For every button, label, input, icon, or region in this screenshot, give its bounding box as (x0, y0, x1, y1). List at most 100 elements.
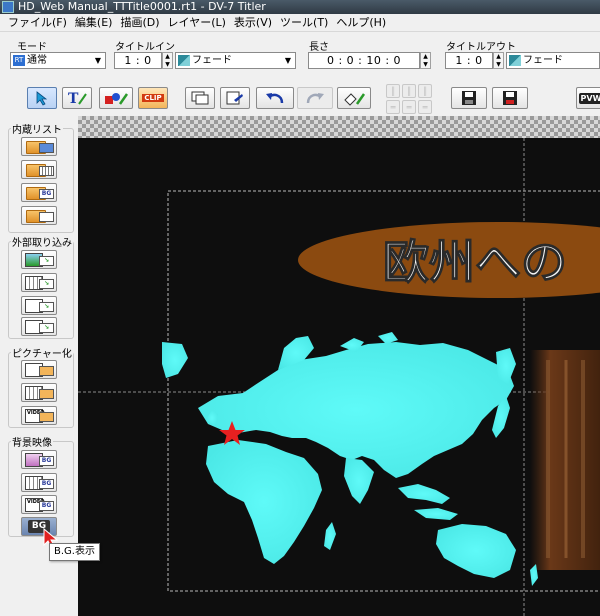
svg-text:T: T (68, 91, 79, 106)
picturize-label: ピクチャー化 (11, 345, 73, 360)
clipboard-icon (39, 412, 54, 422)
fade-icon (178, 54, 190, 66)
external-import-label: 外部取り込み (11, 234, 73, 249)
save-button[interactable] (451, 87, 487, 109)
window-title-bar: HD_Web Manual_TTTitle0001.rt1 - DV-7 Tit… (0, 0, 600, 14)
preview-button[interactable]: PVW (576, 87, 600, 109)
title-in-label: タイトルイン (115, 42, 175, 53)
toolbar: T CLIP ║ ║ ║ ═ ═ ═ PVW (0, 82, 600, 116)
align-icon: ║ (390, 86, 396, 96)
bg-icon: BG (39, 189, 54, 199)
length-spinner[interactable]: ▲ ▼ (420, 52, 431, 69)
text-tool-button[interactable]: T (62, 87, 92, 109)
import-video-button[interactable]: ↘ (21, 296, 57, 315)
bg-icon: BG (39, 501, 54, 511)
align-icon: ║ (406, 86, 412, 96)
menu-help[interactable]: ヘルプ(H) (332, 15, 390, 31)
clip-button[interactable]: CLIP (138, 87, 168, 109)
shape-tool-button[interactable] (99, 87, 133, 109)
align-top-button[interactable]: ═ (386, 100, 400, 114)
picturize-sequence-button[interactable] (21, 383, 57, 402)
menu-layer[interactable]: レイヤー(L) (164, 15, 230, 31)
copy-page-button[interactable] (185, 87, 215, 109)
align-middle-button[interactable]: ═ (402, 100, 416, 114)
title-out-effect-select[interactable]: フェード (506, 52, 600, 69)
import-frame-button[interactable]: ↘ (21, 317, 57, 336)
mode-value: 通常 (27, 55, 47, 66)
save-as-button[interactable] (492, 87, 528, 109)
align-right-button[interactable]: ║ (418, 84, 432, 98)
left-panel: 内蔵リスト BG 外部取り込み ↘ ↘ ↘ ↘ ピクチャー化 VIDEO 背景映… (0, 116, 78, 616)
bg-icon: BG (39, 456, 54, 466)
title-in-time-input[interactable]: 1 : 0 (114, 52, 162, 69)
import-arrow-icon: ↘ (39, 323, 54, 333)
title-in-spinner[interactable]: ▲ ▼ (162, 52, 173, 69)
builtin-list-label: 内蔵リスト (11, 121, 63, 136)
redo-button[interactable] (297, 87, 333, 109)
align-left-button[interactable]: ║ (386, 84, 400, 98)
app-icon (2, 1, 14, 13)
background-video-label: 背景映像 (11, 434, 53, 449)
menu-draw[interactable]: 描画(D) (116, 15, 163, 31)
preview-stage[interactable]: 欧州への (78, 138, 600, 616)
align-center-button[interactable]: ║ (402, 84, 416, 98)
select-tool-button[interactable] (27, 87, 57, 109)
picturize-layout-button[interactable] (21, 360, 57, 379)
builtin-frame-button[interactable] (21, 206, 57, 225)
pvw-label: PVW (578, 92, 600, 104)
builtin-grid-button[interactable] (21, 160, 57, 179)
world-map (162, 332, 538, 586)
title-out-label: タイトルアウト (446, 42, 516, 53)
bg-icon: BG (39, 479, 54, 489)
bg-sequence-button[interactable]: BG (21, 473, 57, 492)
align-icon: ═ (390, 102, 396, 112)
tooltip: B.G.表示 (49, 543, 100, 561)
title-out-time-input[interactable]: 1 : 0 (445, 52, 493, 69)
menu-edit[interactable]: 編集(E) (71, 15, 117, 31)
title-in-effect: フェード (192, 55, 232, 66)
fade-icon (509, 54, 521, 66)
eraser-button[interactable] (337, 87, 371, 109)
floppy-disk-icon (503, 91, 517, 105)
builtin-image-button[interactable] (21, 137, 57, 156)
menu-file[interactable]: ファイル(F) (4, 15, 71, 31)
picturize-video-button[interactable]: VIDEO (21, 406, 57, 425)
title-out-effect: フェード (523, 55, 563, 66)
canvas-area[interactable]: 欧州への (78, 116, 600, 616)
pages-icon (191, 91, 209, 105)
clipboard-icon (39, 389, 54, 399)
frame-icon (39, 212, 54, 222)
menu-bar: ファイル(F) 編集(E) 描画(D) レイヤー(L) 表示(V) ツール(T)… (0, 14, 600, 32)
menu-tools[interactable]: ツール(T) (276, 15, 332, 31)
length-label: 長さ (309, 42, 329, 53)
length-time-input[interactable]: 0 : 0 : 10 : 0 (308, 52, 420, 69)
transparency-strip (78, 116, 600, 138)
bg-import-button[interactable]: BG (21, 450, 57, 469)
grid-icon (39, 166, 54, 176)
import-image-button[interactable]: ↘ (21, 250, 57, 269)
clip-label: CLIP (142, 94, 164, 102)
mode-select[interactable]: RT 通常 ▼ (10, 52, 106, 69)
clipboard-icon (39, 366, 54, 376)
import-arrow-icon: ↘ (39, 256, 54, 266)
canvas-title-text: 欧州への (383, 235, 567, 289)
window-title: HD_Web Manual_TTTitle0001.rt1 - DV-7 Tit… (18, 0, 266, 13)
title-out-spinner[interactable]: ▲ ▼ (493, 52, 504, 69)
floppy-disk-icon (462, 91, 476, 105)
import-sequence-button[interactable]: ↘ (21, 273, 57, 292)
eraser-icon (344, 93, 366, 106)
arrow-cursor-icon (36, 91, 48, 106)
builtin-bg-button[interactable]: BG (21, 183, 57, 202)
page-edit-icon (226, 91, 243, 105)
menu-view[interactable]: 表示(V) (230, 15, 276, 31)
shapes-icon (105, 93, 129, 105)
mode-icon: RT (13, 54, 25, 66)
title-in-effect-select[interactable]: フェード ▼ (175, 52, 296, 69)
text-tool-icon: T (68, 91, 87, 106)
undo-button[interactable] (256, 87, 294, 109)
align-bottom-button[interactable]: ═ (418, 100, 432, 114)
mode-label: モード (17, 42, 47, 53)
edit-page-button[interactable] (220, 87, 250, 109)
redo-icon (306, 93, 324, 104)
bg-video-button[interactable]: VIDEO BG (21, 495, 57, 514)
